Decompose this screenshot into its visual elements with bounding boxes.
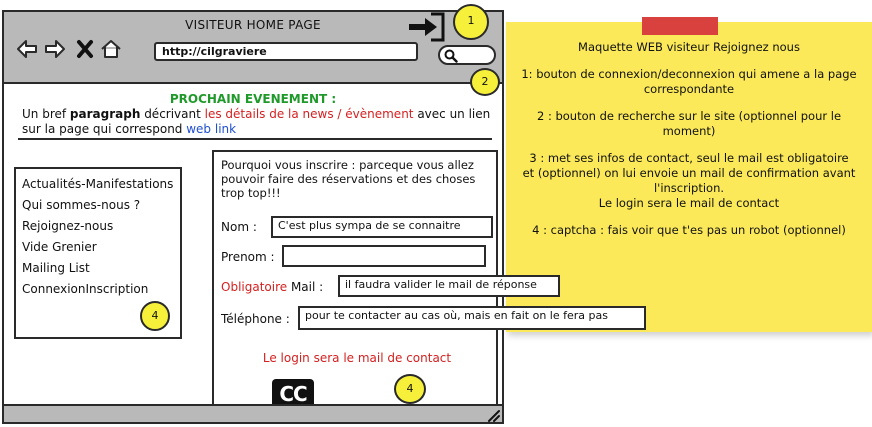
form-intro: Pourquoi vous inscrire : parceque vous a… — [221, 158, 476, 200]
nom-field[interactable]: C'est plus sympa de se connaitre — [271, 216, 493, 238]
sidebar-nav: Actualités-Manifestations Qui sommes-nou… — [14, 167, 182, 339]
sidebar-item-actualites[interactable]: Actualités-Manifestations — [22, 177, 173, 191]
resize-grip-icon[interactable] — [486, 408, 500, 422]
note-line-2: 2 : bouton de recherche sur le site (opt… — [536, 109, 842, 138]
captcha-text: CC — [279, 382, 307, 406]
note-line-1: 1: bouton de connexion/deconnexion qui a… — [521, 67, 857, 96]
browser-window: VISITEUR HOME PAGE http://cilgraviere 1 … — [2, 4, 646, 424]
status-bar — [4, 404, 502, 422]
sidebar-item-vide-grenier[interactable]: Vide Grenier — [22, 240, 97, 254]
browser-toolbar: VISITEUR HOME PAGE http://cilgraviere 1 … — [4, 4, 502, 96]
back-arrow-icon[interactable] — [16, 39, 38, 59]
login-icon[interactable] — [407, 10, 451, 44]
nom-label: Nom : — [221, 220, 257, 234]
section-divider — [18, 138, 492, 140]
search-icon[interactable] — [444, 49, 458, 63]
mail-field[interactable]: il faudra valider le mail de réponse — [338, 275, 560, 297]
close-x-icon[interactable] — [74, 39, 96, 59]
prenom-label: Prenom : — [221, 250, 275, 264]
marker-4-captcha: 4 — [394, 374, 426, 404]
event-web-link[interactable]: web link — [186, 122, 236, 136]
address-bar[interactable]: http://cilgraviere — [154, 42, 418, 61]
sidebar-item-rejoignez-nous[interactable]: Rejoignez-nous — [22, 219, 113, 233]
marker-1: 1 — [453, 4, 489, 40]
home-icon[interactable] — [100, 39, 122, 59]
event-text-1: Un bref — [22, 107, 70, 121]
search-box[interactable] — [438, 45, 496, 65]
obligatoire-label: Obligatoire — [221, 280, 288, 294]
note-line-4: 4 : captcha : fais voir que t'es pas un … — [532, 223, 846, 237]
sidebar-item-mailing-list[interactable]: Mailing List — [22, 261, 90, 275]
login-note: Le login sera le mail de contact — [262, 351, 452, 365]
annotation-sticky-note: Maquette WEB visiteur Rejoignez nous 1: … — [506, 22, 872, 332]
note-text: Maquette WEB visiteur Rejoignez nous 1: … — [506, 40, 872, 250]
telephone-field[interactable]: pour te contacter au cas où, mais en fai… — [298, 306, 646, 330]
prenom-field[interactable] — [282, 245, 486, 267]
note-tape — [642, 17, 718, 35]
sidebar-item-qui-sommes-nous[interactable]: Qui sommes-nous ? — [22, 198, 140, 212]
note-line-title: Maquette WEB visiteur Rejoignez nous — [578, 40, 800, 54]
event-text-red: les détails de la news / évènement — [204, 107, 414, 121]
event-paragraph: Un bref paragraph décrivant les détails … — [22, 107, 492, 137]
marker-4-sidebar: 4 — [140, 301, 170, 331]
forward-arrow-icon[interactable] — [44, 39, 66, 59]
event-text-2: décrivant — [140, 107, 205, 121]
mail-label: Mail : — [287, 280, 324, 294]
telephone-label: Téléphone : — [221, 312, 290, 326]
mail-label-group: Obligatoire Mail : — [221, 280, 323, 294]
event-heading: PROCHAIN EVENEMENT : — [169, 92, 337, 106]
note-line-3: 3 : met ses infos de contact, seul le ma… — [522, 151, 856, 210]
event-text-bold: paragraph — [69, 107, 141, 121]
sidebar-item-connexion-inscription[interactable]: ConnexionInscription — [22, 282, 148, 296]
inscription-form: Pourquoi vous inscrire : parceque vous a… — [212, 150, 646, 411]
